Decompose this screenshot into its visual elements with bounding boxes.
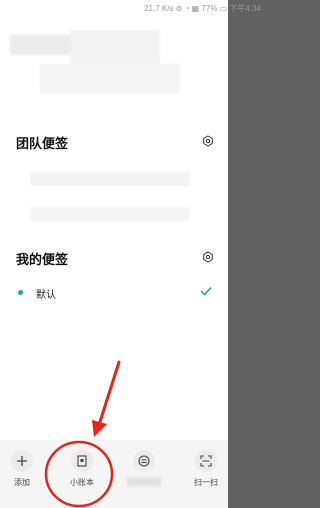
list-circle-icon [133,450,155,472]
status-bar: 21.7 K/s ⊚ ◔ ▦ 77% ▭ 下午4:34 [0,0,265,16]
ledger-label: 小账本 [70,478,94,487]
notebook-label: 默认 [36,290,56,301]
section-title-team: 团队便签 [16,136,69,151]
section-title-mine: 我的便签 [16,252,69,267]
blurred-team-item [30,172,190,186]
list-button[interactable] [122,450,166,486]
status-text: 21.7 K/s ⊚ ◔ ▦ 77% ▭ 下午4:34 [144,4,261,13]
blurred-team-item-2 [30,207,190,221]
scan-label: 扫一扫 [194,478,218,487]
list-label-blurred [127,477,161,486]
gear-icon[interactable] [202,251,214,263]
blurred-header-block [10,35,72,55]
blurred-header-block-2 [70,30,160,65]
side-drawer: 团队便签 我的便签 默认 [0,0,228,508]
blurred-header-block-3 [40,64,180,94]
ledger-icon [71,450,93,472]
dimmed-background[interactable] [228,0,265,508]
gear-icon[interactable] [202,135,214,147]
scan-button[interactable]: 扫一扫 [184,450,228,488]
plus-icon [11,450,33,472]
add-label: 添加 [14,478,30,487]
scan-icon [195,450,217,472]
add-button[interactable]: 添加 [0,450,44,488]
ledger-button[interactable]: 小账本 [60,450,104,488]
check-icon [200,286,212,296]
list-item-default-notebook[interactable]: 默认 [16,284,220,302]
notebook-color-dot [18,290,23,295]
